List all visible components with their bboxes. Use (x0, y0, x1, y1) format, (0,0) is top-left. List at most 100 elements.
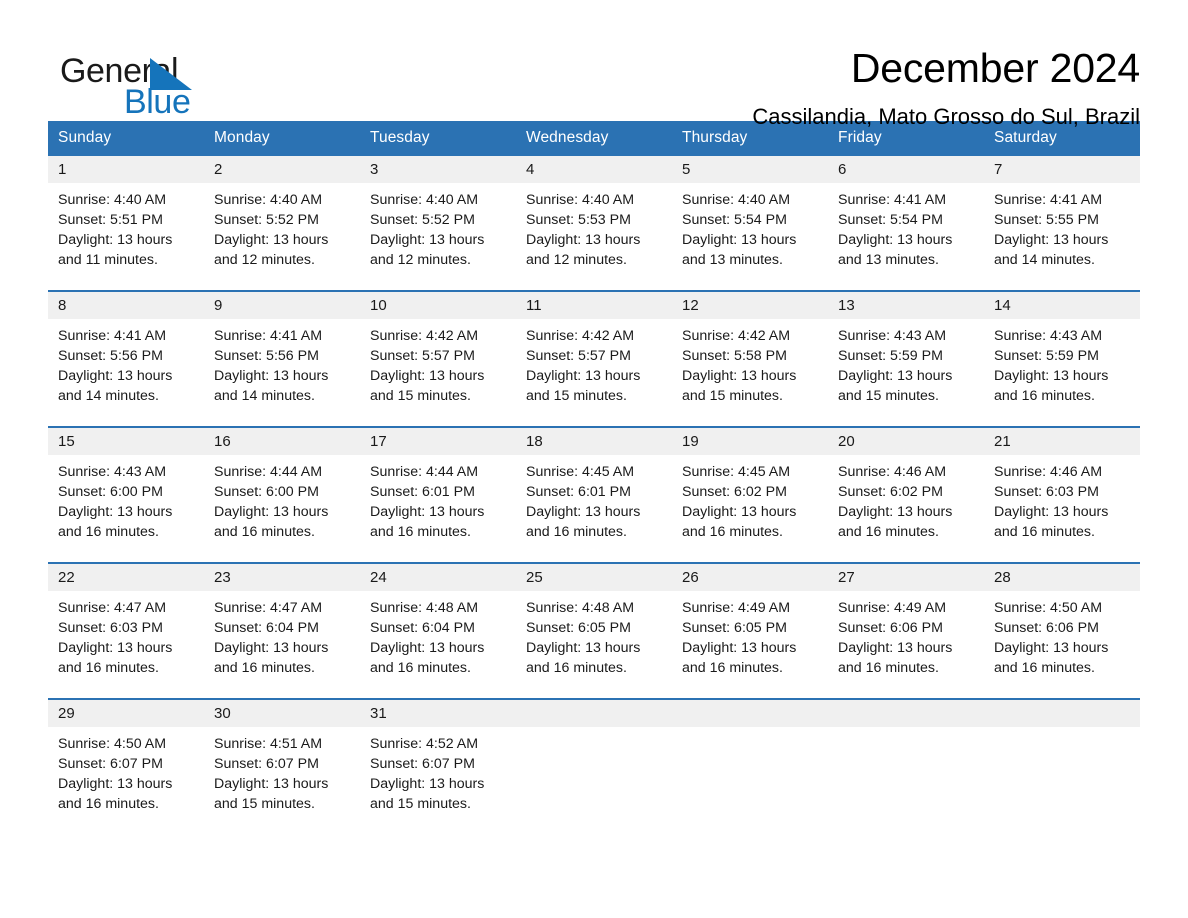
week-detail-row: Sunrise: 4:50 AM Sunset: 6:07 PM Daylight:… (48, 727, 1140, 835)
day-detail-cell[interactable]: Sunrise: 4:51 AM Sunset: 6:07 PM Daylight:… (204, 727, 360, 835)
day-number-cell[interactable]: 15 (48, 426, 204, 455)
day-detail-cell[interactable]: Sunrise: 4:52 AM Sunset: 6:07 PM Daylight:… (360, 727, 516, 835)
day-detail-cell[interactable]: Sunrise: 4:42 AM Sunset: 5:57 PM Daylight:… (516, 319, 672, 427)
weekday-header-sunday: Sunday (48, 121, 204, 156)
day-detail-line: Sunset: 6:06 PM (994, 620, 1099, 636)
day-number-cell[interactable]: 13 (828, 290, 984, 319)
day-detail-line: and 16 minutes. (994, 388, 1095, 404)
day-detail-line: and 16 minutes. (526, 524, 627, 540)
day-number-cell[interactable]: 6 (828, 156, 984, 183)
day-number-cell[interactable]: 24 (360, 562, 516, 591)
day-detail-line: Sunrise: 4:40 AM (58, 192, 167, 208)
day-detail-line: Sunset: 5:56 PM (58, 348, 163, 364)
day-number-cell[interactable]: 3 (360, 156, 516, 183)
day-number-cell[interactable]: 23 (204, 562, 360, 591)
day-detail-cell[interactable]: Sunrise: 4:49 AM Sunset: 6:06 PM Daylight:… (828, 591, 984, 699)
day-detail-cell[interactable]: Sunrise: 4:43 AM Sunset: 6:00 PM Daylight:… (48, 455, 204, 563)
day-number-cell[interactable]: 7 (984, 156, 1140, 183)
day-number-cell[interactable]: 30 (204, 698, 360, 727)
day-number-cell[interactable]: 4 (516, 156, 672, 183)
day-detail-cell[interactable]: Sunrise: 4:45 AM Sunset: 6:02 PM Daylight:… (672, 455, 828, 563)
day-number-cell[interactable]: 18 (516, 426, 672, 455)
page-header: General Blue December 2024 Cassilandia, … (48, 0, 1140, 129)
day-number-cell[interactable]: 28 (984, 562, 1140, 591)
day-detail-line: Daylight: 13 hours (58, 504, 173, 520)
day-number-cell[interactable]: 12 (672, 290, 828, 319)
day-detail-line: Sunset: 5:52 PM (214, 212, 319, 228)
day-number-cell[interactable]: 2 (204, 156, 360, 183)
day-detail-cell[interactable]: Sunrise: 4:44 AM Sunset: 6:01 PM Daylight:… (360, 455, 516, 563)
day-detail-cell[interactable]: Sunrise: 4:43 AM Sunset: 5:59 PM Daylight:… (828, 319, 984, 427)
day-detail-cell[interactable]: Sunrise: 4:50 AM Sunset: 6:07 PM Daylight:… (48, 727, 204, 835)
day-detail-line: Daylight: 13 hours (58, 232, 173, 248)
day-detail-line: Daylight: 13 hours (526, 504, 641, 520)
day-detail-line: Sunset: 6:07 PM (214, 756, 319, 772)
day-detail-cell[interactable]: Sunrise: 4:42 AM Sunset: 5:58 PM Daylight:… (672, 319, 828, 427)
day-number-cell[interactable]: 10 (360, 290, 516, 319)
day-number-cell-empty (516, 698, 672, 727)
day-detail-line: Daylight: 13 hours (370, 368, 485, 384)
day-detail-line: Daylight: 13 hours (526, 232, 641, 248)
day-detail-line: Sunrise: 4:43 AM (58, 464, 167, 480)
day-detail-cell[interactable]: Sunrise: 4:49 AM Sunset: 6:05 PM Daylight:… (672, 591, 828, 699)
day-detail-cell[interactable]: Sunrise: 4:46 AM Sunset: 6:02 PM Daylight:… (828, 455, 984, 563)
day-detail-line: and 15 minutes. (214, 796, 315, 812)
day-number-cell[interactable]: 8 (48, 290, 204, 319)
day-detail-cell[interactable]: Sunrise: 4:42 AM Sunset: 5:57 PM Daylight:… (360, 319, 516, 427)
day-detail-cell[interactable]: Sunrise: 4:50 AM Sunset: 6:06 PM Daylight:… (984, 591, 1140, 699)
day-detail-line: Sunrise: 4:41 AM (214, 328, 323, 344)
day-detail-line: Daylight: 13 hours (58, 368, 173, 384)
day-detail-cell[interactable]: Sunrise: 4:47 AM Sunset: 6:03 PM Daylight:… (48, 591, 204, 699)
day-number-cell[interactable]: 27 (828, 562, 984, 591)
day-detail-cell[interactable]: Sunrise: 4:48 AM Sunset: 6:04 PM Daylight:… (360, 591, 516, 699)
day-detail-line: Daylight: 13 hours (526, 640, 641, 656)
day-detail-cell[interactable]: Sunrise: 4:41 AM Sunset: 5:56 PM Daylight:… (48, 319, 204, 427)
day-detail-line: and 14 minutes. (994, 252, 1095, 268)
day-detail-line: Daylight: 13 hours (58, 640, 173, 656)
day-number-cell[interactable]: 20 (828, 426, 984, 455)
day-detail-line: Sunset: 6:01 PM (526, 484, 631, 500)
day-detail-cell[interactable]: Sunrise: 4:40 AM Sunset: 5:54 PM Daylight:… (672, 183, 828, 291)
day-detail-cell[interactable]: Sunrise: 4:48 AM Sunset: 6:05 PM Daylight:… (516, 591, 672, 699)
day-detail-line: Sunrise: 4:47 AM (58, 600, 167, 616)
day-detail-cell[interactable]: Sunrise: 4:40 AM Sunset: 5:52 PM Daylight:… (204, 183, 360, 291)
day-detail-cell-empty (828, 727, 984, 835)
day-number-cell[interactable]: 16 (204, 426, 360, 455)
day-detail-cell[interactable]: Sunrise: 4:47 AM Sunset: 6:04 PM Daylight:… (204, 591, 360, 699)
day-detail-cell[interactable]: Sunrise: 4:40 AM Sunset: 5:53 PM Daylight:… (516, 183, 672, 291)
day-detail-line: Sunrise: 4:47 AM (214, 600, 323, 616)
day-number-cell[interactable]: 17 (360, 426, 516, 455)
day-detail-line: Daylight: 13 hours (370, 776, 485, 792)
day-number-cell[interactable]: 29 (48, 698, 204, 727)
day-number-cell[interactable]: 26 (672, 562, 828, 591)
day-number-cell[interactable]: 22 (48, 562, 204, 591)
week-date-row: 29 30 31 (48, 698, 1140, 727)
day-detail-line: Daylight: 13 hours (214, 232, 329, 248)
day-number-cell[interactable]: 1 (48, 156, 204, 183)
day-number-cell[interactable]: 19 (672, 426, 828, 455)
day-number-cell[interactable]: 5 (672, 156, 828, 183)
day-detail-line: Daylight: 13 hours (682, 640, 797, 656)
day-detail-line: and 16 minutes. (682, 524, 783, 540)
day-detail-cell[interactable]: Sunrise: 4:45 AM Sunset: 6:01 PM Daylight:… (516, 455, 672, 563)
day-detail-line: Sunset: 5:54 PM (838, 212, 943, 228)
calendar-page: General Blue December 2024 Cassilandia, … (0, 0, 1188, 918)
day-detail-cell[interactable]: Sunrise: 4:46 AM Sunset: 6:03 PM Daylight:… (984, 455, 1140, 563)
day-detail-cell[interactable]: Sunrise: 4:41 AM Sunset: 5:55 PM Daylight:… (984, 183, 1140, 291)
day-number-cell[interactable]: 14 (984, 290, 1140, 319)
page-subtitle: Cassilandia, Mato Grosso do Sul, Brazil (752, 104, 1140, 129)
day-detail-line: Sunrise: 4:50 AM (58, 736, 167, 752)
day-detail-cell[interactable]: Sunrise: 4:44 AM Sunset: 6:00 PM Daylight:… (204, 455, 360, 563)
day-detail-cell[interactable]: Sunrise: 4:40 AM Sunset: 5:52 PM Daylight:… (360, 183, 516, 291)
day-detail-cell[interactable]: Sunrise: 4:41 AM Sunset: 5:54 PM Daylight:… (828, 183, 984, 291)
day-detail-cell[interactable]: Sunrise: 4:43 AM Sunset: 5:59 PM Daylight:… (984, 319, 1140, 427)
day-number-cell[interactable]: 21 (984, 426, 1140, 455)
day-detail-line: Daylight: 13 hours (214, 776, 329, 792)
day-number-cell[interactable]: 9 (204, 290, 360, 319)
day-number-cell[interactable]: 31 (360, 698, 516, 727)
day-number-cell[interactable]: 25 (516, 562, 672, 591)
day-detail-cell[interactable]: Sunrise: 4:40 AM Sunset: 5:51 PM Daylight:… (48, 183, 204, 291)
day-detail-cell[interactable]: Sunrise: 4:41 AM Sunset: 5:56 PM Daylight:… (204, 319, 360, 427)
week-date-row: 22 23 24 25 26 27 28 (48, 562, 1140, 591)
day-number-cell[interactable]: 11 (516, 290, 672, 319)
